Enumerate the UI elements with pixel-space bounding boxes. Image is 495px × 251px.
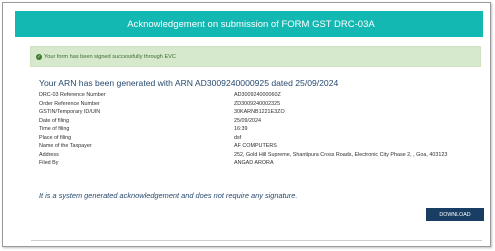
field-value: dsf <box>234 134 242 141</box>
field-label: Place of filing <box>39 134 72 141</box>
field-label: Address <box>39 151 59 158</box>
field-value: 25/09/2024 <box>234 117 261 124</box>
field-value: ZD3009240002325 <box>234 100 281 107</box>
field-label: Time of filing <box>39 126 70 132</box>
check-circle-icon: ✓ <box>36 53 42 60</box>
field-label: Name of the Taxpayer <box>39 143 92 149</box>
table-row: Order Reference Number ZD3009240002325 <box>39 100 479 109</box>
field-label: Date of filing <box>39 117 69 124</box>
field-value: 252, Gold Hill Supreme, Shantipura Cross… <box>234 151 448 158</box>
page-title: Acknowledgement on submission of FORM GS… <box>127 18 375 30</box>
table-row: DRC-03 Reference Number AD300924000060Z <box>39 91 479 100</box>
table-row: Time of filing 16:39 <box>39 125 479 134</box>
page-header: Acknowledgement on submission of FORM GS… <box>15 11 483 37</box>
field-value: 30KARNB1221E3ZO <box>234 109 285 115</box>
success-message: Your form has been signed successfully t… <box>44 53 176 60</box>
download-button[interactable]: DOWNLOAD <box>426 208 484 221</box>
details-table: DRC-03 Reference Number AD300924000060Z … <box>39 91 479 168</box>
success-alert: ✓ Your form has been signed successfully… <box>30 46 481 67</box>
field-value: AD300924000060Z <box>234 92 281 98</box>
table-row: Filed By ANGAD ARORA <box>39 159 479 168</box>
field-label: DRC-03 Reference Number <box>39 92 106 98</box>
table-row: Date of filing 25/09/2024 <box>39 117 479 126</box>
field-value: ANGAD ARORA <box>234 160 274 166</box>
field-label: Order Reference Number <box>39 100 100 107</box>
table-row: Place of filing dsf <box>39 134 479 143</box>
table-row: Address 252, Gold Hill Supreme, Shantipu… <box>39 151 479 160</box>
system-note: It is a system generated acknowledgement… <box>39 191 298 200</box>
arn-heading: Your ARN has been generated with ARN AD3… <box>39 78 339 88</box>
divider <box>31 240 482 241</box>
table-row: Name of the Taxpayer AF COMPUTERS <box>39 142 479 151</box>
acknowledgement-panel: Acknowledgement on submission of FORM GS… <box>2 2 491 247</box>
table-row: GSTIN/Temporary ID/UIN 30KARNB1221E3ZO <box>39 108 479 117</box>
field-value: AF COMPUTERS <box>234 143 277 149</box>
field-value: 16:39 <box>234 126 248 132</box>
field-label: Filed By <box>39 160 59 166</box>
field-label: GSTIN/Temporary ID/UIN <box>39 109 101 115</box>
